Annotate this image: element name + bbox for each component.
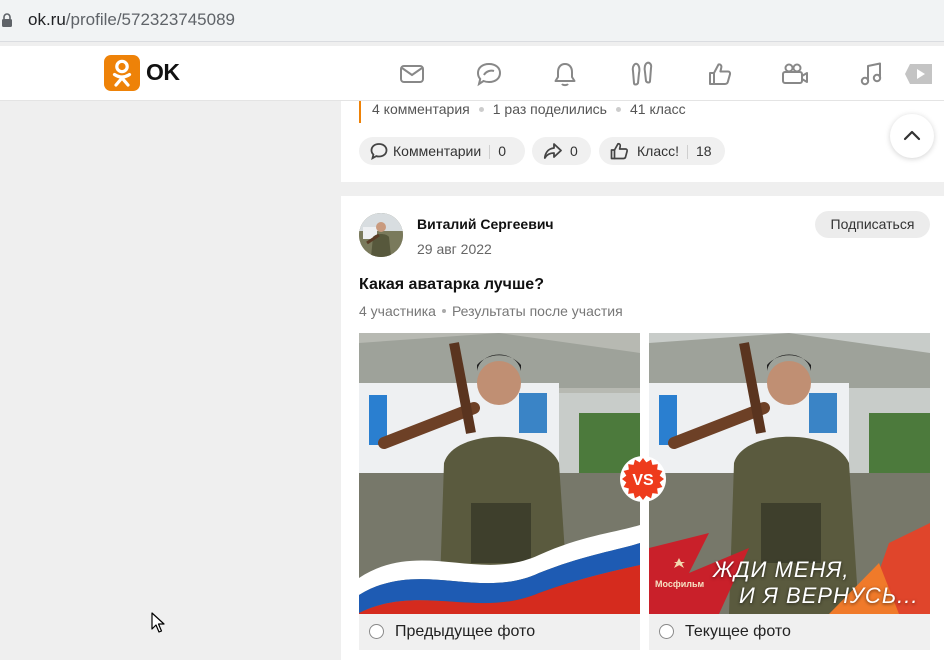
discussions-icon[interactable] xyxy=(475,60,503,88)
poll-option-1[interactable]: Предыдущее фото xyxy=(359,614,640,650)
option-2-photo[interactable]: ЖДИ МЕНЯ, И Я ВЕРНУСЬ... Мосфильм xyxy=(649,333,930,614)
share-button[interactable]: 0 xyxy=(532,137,591,165)
logo-text[interactable]: OK xyxy=(146,59,180,86)
radio-button[interactable] xyxy=(369,624,384,639)
vs-badge-icon: VS xyxy=(620,456,666,502)
poll-option-2-label: Текущее фото xyxy=(685,623,791,640)
chevron-up-icon xyxy=(903,130,921,141)
divider xyxy=(489,145,491,160)
share-icon xyxy=(543,143,562,159)
url-path: /profile/572323745089 xyxy=(65,10,235,29)
dot-separator xyxy=(615,106,621,112)
share-button-count: 0 xyxy=(570,143,578,159)
author-name[interactable]: Виталий Сергеевич xyxy=(417,216,554,232)
like-button-count: 18 xyxy=(696,143,712,159)
likes-count[interactable]: 41 класс xyxy=(630,101,686,117)
scroll-to-top-button[interactable] xyxy=(890,114,934,158)
results-note: Результаты после участия xyxy=(451,303,623,319)
radio-button[interactable] xyxy=(659,624,674,639)
poll-option-2[interactable]: Текущее фото xyxy=(649,614,930,650)
option-2-overlay-line-2: И Я ВЕРНУСЬ... xyxy=(739,583,919,608)
mouse-cursor-icon xyxy=(151,612,165,633)
like-button[interactable]: Класс! 18 xyxy=(599,137,725,165)
comments-button[interactable]: Комментарии 0 xyxy=(359,137,525,165)
lock-icon xyxy=(2,13,12,27)
music-icon[interactable] xyxy=(858,60,886,88)
dot-separator xyxy=(478,106,484,112)
divider xyxy=(687,145,688,160)
notifications-icon[interactable] xyxy=(551,60,579,88)
comment-icon xyxy=(370,143,388,160)
poll-option-1-label: Предыдущее фото xyxy=(395,623,536,640)
ok-logo-icon[interactable] xyxy=(104,55,140,91)
browser-address-bar[interactable]: ok.ru/profile/572323745089 xyxy=(0,0,944,42)
top-navigation-bar: OK xyxy=(0,46,944,101)
guests-icon[interactable] xyxy=(628,60,656,88)
vs-label: VS xyxy=(632,472,654,489)
option-2-overlay-line-1: ЖДИ МЕНЯ, xyxy=(713,557,850,582)
comments-count[interactable]: 4 комментария xyxy=(372,101,470,117)
like-button-label: Класс! xyxy=(637,143,679,159)
marks-icon[interactable] xyxy=(706,60,734,88)
comments-button-count: 0 xyxy=(498,143,506,159)
subscribe-button[interactable]: Подписаться xyxy=(815,211,930,238)
poll-question: Какая аватарка лучше? xyxy=(359,276,544,293)
dot-separator xyxy=(441,309,446,314)
participants-count: 4 участника xyxy=(359,303,436,319)
comments-button-label: Комментарии xyxy=(393,143,482,159)
post-date[interactable]: 29 авг 2022 xyxy=(417,241,492,257)
messages-icon[interactable] xyxy=(398,60,426,88)
shares-count[interactable]: 1 раз поделились xyxy=(493,101,607,117)
video-calls-icon[interactable] xyxy=(781,60,809,88)
address-url[interactable]: ok.ru/profile/572323745089 xyxy=(28,10,235,30)
url-host: ok.ru xyxy=(28,10,66,29)
brand-logo: Мосфильм xyxy=(655,579,705,589)
previous-post-stats: 4 комментария 1 раз поделились 41 класс xyxy=(359,101,686,123)
video-icon[interactable] xyxy=(901,60,935,88)
thumbs-up-icon xyxy=(610,142,629,160)
option-1-photo[interactable] xyxy=(359,333,640,614)
poll-meta: 4 участника Результаты после участия xyxy=(359,303,623,319)
avatar[interactable] xyxy=(359,213,403,257)
